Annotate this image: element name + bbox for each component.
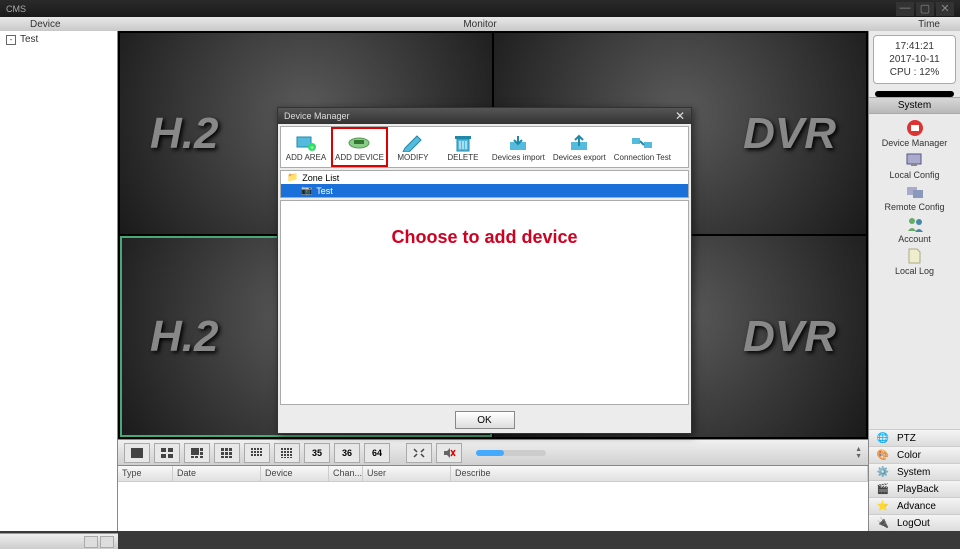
layout-1[interactable] (124, 443, 150, 463)
layout-36[interactable]: 36 (334, 443, 360, 463)
rm-playback[interactable]: 🎬PlayBack (869, 480, 960, 497)
right-menu: 🌐PTZ 🎨Color ⚙️System 🎬PlayBack ⭐Advance … (869, 429, 960, 531)
logout-icon: 🔌 (875, 516, 891, 530)
status-bar (0, 533, 118, 549)
add-area-icon: + (292, 133, 320, 153)
layout-toolbar: 35 36 64 ▲▼ (118, 439, 868, 465)
system-icon: ⚙️ (875, 465, 891, 479)
dialog-ok-button[interactable]: OK (455, 411, 515, 429)
system-remote-config[interactable]: Remote Config (884, 182, 944, 212)
layout-6[interactable] (184, 443, 210, 463)
dialog-footer: OK (278, 407, 691, 433)
rm-color[interactable]: 🎨Color (869, 446, 960, 463)
th-describe[interactable]: Describe (451, 466, 868, 481)
minimize-button[interactable]: — (896, 2, 914, 16)
export-icon (565, 133, 593, 153)
connection-test-icon (628, 133, 656, 153)
layout-16[interactable] (244, 443, 270, 463)
layout-4[interactable] (154, 443, 180, 463)
clock-box: 17:41:21 2017-10-11 CPU : 12% (873, 35, 956, 84)
menu-device[interactable]: Device (0, 19, 91, 30)
status-btn-1[interactable] (84, 536, 98, 548)
menu-monitor: Monitor (463, 19, 496, 30)
maximize-button[interactable]: ▢ (916, 2, 934, 16)
system-account[interactable]: Account (898, 214, 931, 244)
playback-icon: 🎬 (875, 482, 891, 496)
layout-25[interactable] (274, 443, 300, 463)
clock-date: 2017-10-11 (878, 53, 951, 66)
tool-import[interactable]: Devices import (488, 127, 549, 167)
local-log-icon (901, 246, 927, 266)
color-icon: 🎨 (875, 448, 891, 462)
modify-icon (399, 133, 427, 153)
clock-time: 17:41:21 (878, 40, 951, 53)
system-local-log[interactable]: Local Log (895, 246, 934, 276)
device-tree-panel: - Test (0, 31, 118, 531)
menu-time: Time (898, 19, 960, 30)
tool-connection-test[interactable]: Connection Test (610, 127, 675, 167)
svg-text:+: + (310, 145, 314, 152)
device-manager-dialog: Device Manager ✕ + ADD AREA ADD DEVICE M… (277, 107, 692, 434)
system-header: System (869, 97, 960, 114)
device-manager-icon (902, 118, 928, 138)
menubar: Device Monitor Time (0, 17, 960, 31)
local-config-icon (901, 150, 927, 170)
th-device[interactable]: Device (261, 466, 329, 481)
remote-config-icon (902, 182, 928, 202)
tree-expand-icon[interactable]: - (6, 35, 16, 45)
tool-modify[interactable]: MODIFY (388, 127, 438, 167)
dialog-tree: 📁 Zone List 📷 Test (280, 170, 689, 198)
tool-add-device[interactable]: ADD DEVICE (331, 127, 388, 167)
layout-9[interactable] (214, 443, 240, 463)
dialog-titlebar[interactable]: Device Manager ✕ (278, 108, 691, 124)
tree-test[interactable]: 📷 Test (281, 184, 688, 197)
tree-zone-list[interactable]: 📁 Zone List (281, 171, 688, 184)
cpu-usage: CPU : 12% (878, 66, 951, 79)
dialog-body: Choose to add device (280, 200, 689, 405)
th-date[interactable]: Date (173, 466, 261, 481)
layout-64[interactable]: 64 (364, 443, 390, 463)
import-icon (504, 133, 532, 153)
fullscreen-button[interactable] (406, 443, 432, 463)
dialog-close-icon[interactable]: ✕ (675, 109, 685, 123)
rm-system[interactable]: ⚙️System (869, 463, 960, 480)
th-channel[interactable]: Chan... (329, 466, 363, 481)
log-table: Type Date Device Chan... User Describe (118, 465, 868, 531)
close-button[interactable]: ✕ (936, 2, 954, 16)
app-title: CMS (6, 4, 26, 14)
mute-button[interactable] (436, 443, 462, 463)
tree-root-label: Test (20, 34, 38, 45)
delete-icon (449, 133, 477, 153)
dialog-message: Choose to add device (391, 227, 577, 248)
folder-icon: 📁 (287, 172, 298, 183)
window-titlebar: CMS — ▢ ✕ (0, 0, 960, 17)
dialog-title: Device Manager (284, 111, 350, 121)
right-panel: 17:41:21 2017-10-11 CPU : 12% System Dev… (868, 31, 960, 531)
tool-delete[interactable]: DELETE (438, 127, 488, 167)
system-local-config[interactable]: Local Config (889, 150, 939, 180)
ptz-icon: 🌐 (875, 431, 891, 445)
rm-ptz[interactable]: 🌐PTZ (869, 429, 960, 446)
system-device-manager[interactable]: Device Manager (882, 118, 948, 148)
tool-add-area[interactable]: + ADD AREA (281, 127, 331, 167)
device-icon: 📷 (301, 185, 312, 196)
rm-logout[interactable]: 🔌LogOut (869, 514, 960, 531)
th-user[interactable]: User (363, 466, 451, 481)
rm-advance[interactable]: ⭐Advance (869, 497, 960, 514)
volume-slider[interactable] (476, 450, 546, 456)
tool-export[interactable]: Devices export (549, 127, 610, 167)
scroll-arrows[interactable]: ▲▼ (855, 446, 862, 460)
th-type[interactable]: Type (118, 466, 173, 481)
tree-root-item[interactable]: - Test (0, 31, 117, 48)
dialog-toolbar: + ADD AREA ADD DEVICE MODIFY DELETE Devi… (280, 126, 689, 168)
status-btn-2[interactable] (100, 536, 114, 548)
add-device-icon (345, 133, 373, 153)
advance-icon: ⭐ (875, 499, 891, 513)
layout-35[interactable]: 35 (304, 443, 330, 463)
account-icon (902, 214, 928, 234)
